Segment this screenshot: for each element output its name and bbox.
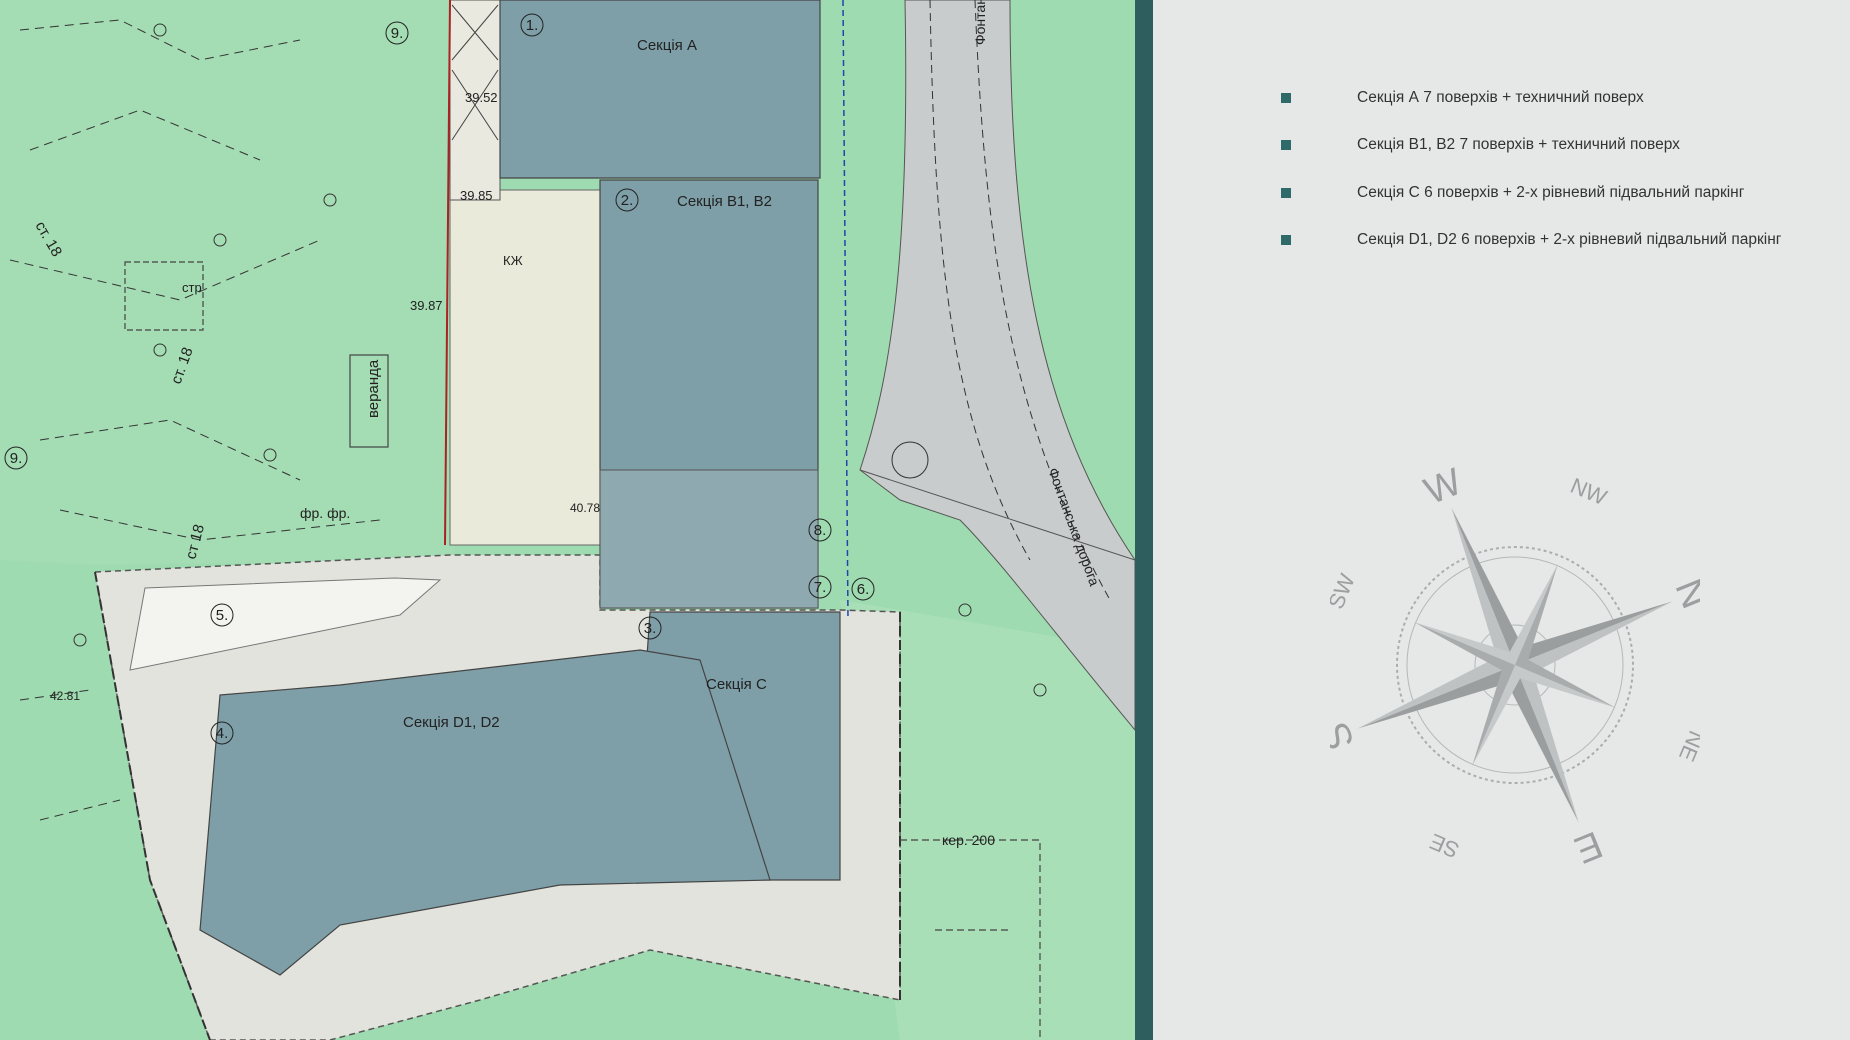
panel-divider <box>1135 0 1153 1040</box>
legend: Секція А 7 поверхів + техничний поверх С… <box>1281 74 1781 264</box>
number-4: 4. <box>216 725 229 742</box>
compass-se: SE <box>1426 829 1463 863</box>
legend-item-section-c: Секція С 6 поверхів + 2-х рівневий підва… <box>1281 169 1781 217</box>
site-plan-drawing: Секція А Секція В1, В2 Секція С Секція D… <box>0 0 1135 1040</box>
legend-label: Секція D1, D2 6 поверхів + 2-х рівневий … <box>1357 231 1782 249</box>
legend-bullet-icon <box>1281 187 1291 198</box>
legend-label: Секція С 6 поверхів + 2-х рівневий підва… <box>1357 183 1745 201</box>
legend-bullet-icon <box>1281 92 1291 103</box>
height-42-81: 42.81 <box>50 689 80 703</box>
compass-ne: NE <box>1674 727 1700 765</box>
legend-label: Секція В1, В2 7 поверхів + техничний пов… <box>1357 136 1680 154</box>
veranda-label: веранда <box>365 359 382 418</box>
number-6: 6. <box>857 581 870 598</box>
compass-nw: NW <box>1567 473 1611 510</box>
number-5: 5. <box>216 607 229 624</box>
legend-item-section-b: Секція В1, В2 7 поверхів + техничний пов… <box>1281 122 1781 170</box>
section-d-label: Секція D1, D2 <box>403 714 500 731</box>
legend-panel: Секція А 7 поверхів + техничний поверх С… <box>1153 0 1850 1040</box>
site-plan-map[interactable]: Секція А Секція В1, В2 Секція С Секція D… <box>0 0 1135 1040</box>
height-39-85: 39.85 <box>460 188 493 203</box>
number-8: 8. <box>814 522 827 539</box>
legend-label: Секція А 7 поверхів + техничний поверх <box>1357 88 1644 106</box>
number-7: 7. <box>814 579 827 596</box>
number-9-left: 9. <box>10 450 23 467</box>
building-section-b-lower <box>599 469 819 609</box>
height-39-52: 39.52 <box>465 90 498 105</box>
compass-sw: SW <box>1330 570 1360 613</box>
legend-item-section-a: Секція А 7 поверхів + техничний поверх <box>1281 74 1781 122</box>
number-1: 1. <box>526 17 539 34</box>
height-39-87: 39.87 <box>410 298 443 313</box>
label-kzh: КЖ <box>503 253 523 268</box>
number-2: 2. <box>621 192 634 209</box>
compass-rose-icon: W E S N NW SW NE SE <box>1330 461 1700 871</box>
courtyard-b <box>449 189 601 546</box>
legend-bullet-icon <box>1281 235 1291 246</box>
height-40-78: 40.78 <box>570 501 600 515</box>
number-3: 3. <box>644 620 657 637</box>
green-area-west <box>0 0 460 565</box>
label-str: стр <box>182 280 202 295</box>
legend-item-section-d: Секція D1, D2 6 поверхів + 2-х рівневий … <box>1281 217 1781 265</box>
section-c-label: Секція С <box>706 676 767 693</box>
street-name-top: Фонтанськ <box>972 0 988 45</box>
number-9-top: 9. <box>391 25 404 42</box>
label-ker: кер. 200 <box>942 832 995 848</box>
compass-w: W <box>1419 461 1468 513</box>
compass-e: E <box>1569 823 1608 871</box>
building-section-a <box>499 0 821 179</box>
compass-n: N <box>1667 573 1700 614</box>
section-a-label: Секція А <box>637 37 697 54</box>
label-fr: фр. фр. <box>300 505 350 521</box>
section-b-label: Секція В1, В2 <box>677 193 772 210</box>
legend-bullet-icon <box>1281 140 1291 151</box>
compass-s: S <box>1330 717 1363 756</box>
